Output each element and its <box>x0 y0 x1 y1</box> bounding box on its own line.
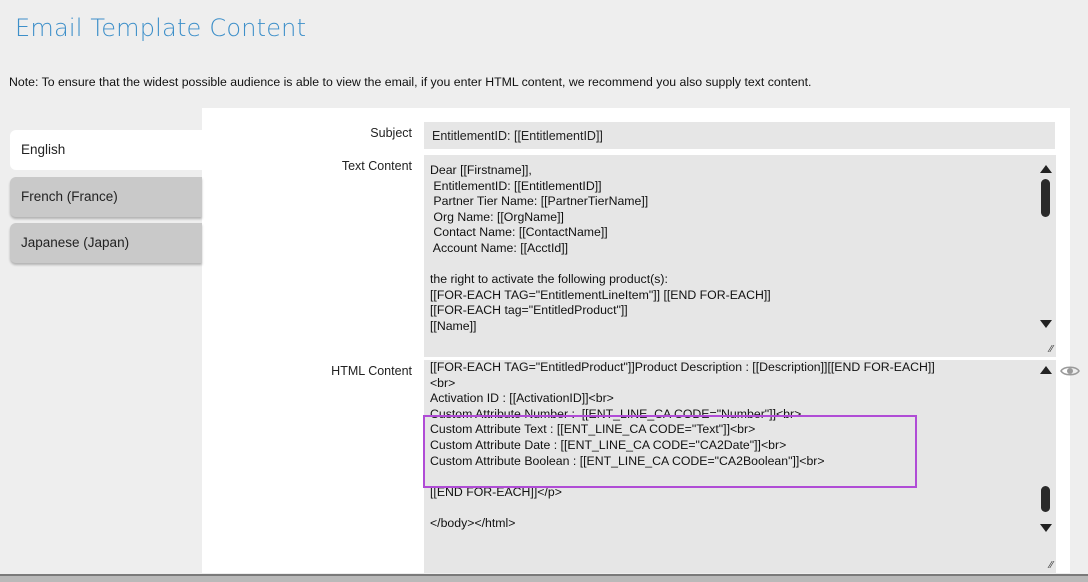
scroll-up-arrow-icon[interactable] <box>1040 366 1052 374</box>
text-line: Dear [[Firstname]], <box>430 163 532 177</box>
tab-french-france[interactable]: French (France) <box>10 177 202 217</box>
text-line: Contact Name: [[ContactName]] <box>430 225 608 240</box>
resize-grip-icon[interactable]: ⁄⁄ <box>1050 560 1053 571</box>
text-line: the right to activate the following prod… <box>430 272 668 287</box>
page-title: Email Template Content <box>15 14 307 42</box>
scroll-thumb[interactable] <box>1041 179 1050 217</box>
eye-icon[interactable] <box>1060 364 1080 378</box>
bottom-border-dark <box>0 574 1088 576</box>
scroll-thumb[interactable] <box>1041 486 1050 512</box>
subject-label: Subject <box>370 126 412 140</box>
text-content-scrollbar[interactable]: ⁄⁄ <box>1034 155 1056 357</box>
custom-attributes-highlight <box>423 415 917 488</box>
text-line: [[Name]] <box>430 318 477 333</box>
text-line <box>430 257 1036 273</box>
tab-english[interactable]: English <box>10 130 202 170</box>
text-line: Partner Tier Name: [[PartnerTierName]] <box>430 194 649 209</box>
subject-input[interactable]: EntitlementID: [[EntitlementID]] <box>424 122 1055 149</box>
html-line: </body></html> <box>430 515 516 530</box>
tab-japanese-japan[interactable]: Japanese (Japan) <box>10 223 202 263</box>
text-content-textarea[interactable]: Dear [[Firstname]], EntitlementID: [[Ent… <box>424 155 1036 357</box>
resize-grip-icon[interactable]: ⁄⁄ <box>1050 344 1053 355</box>
bottom-border <box>0 575 1088 582</box>
html-line <box>430 500 1036 516</box>
text-line: Account Name: [[AcctId]] <box>430 240 569 255</box>
html-line: <br> <box>430 375 456 390</box>
scroll-up-arrow-icon[interactable] <box>1040 165 1052 173</box>
html-line: Activation ID : [[ActivationID]]<br> <box>430 391 614 406</box>
html-line: [[FOR-EACH TAG="EntitledProduct"]]Produc… <box>430 360 935 374</box>
text-line: [[FOR-EACH TAG="EntitlementLineItem"]] [… <box>430 287 771 302</box>
scroll-down-arrow-icon[interactable] <box>1040 320 1052 328</box>
text-content-label: Text Content <box>341 159 412 173</box>
note-text: Note: To ensure that the widest possible… <box>9 75 812 89</box>
scroll-down-arrow-icon[interactable] <box>1040 524 1052 532</box>
text-line: Org Name: [[OrgName]] <box>430 209 564 224</box>
text-line: [[FOR-EACH tag="EntitledProduct"]] <box>430 303 628 318</box>
html-content-label: HTML Content <box>331 364 412 378</box>
text-line: EntitlementID: [[EntitlementID]] <box>430 178 602 193</box>
html-content-scrollbar[interactable]: ⁄⁄ <box>1034 360 1056 573</box>
